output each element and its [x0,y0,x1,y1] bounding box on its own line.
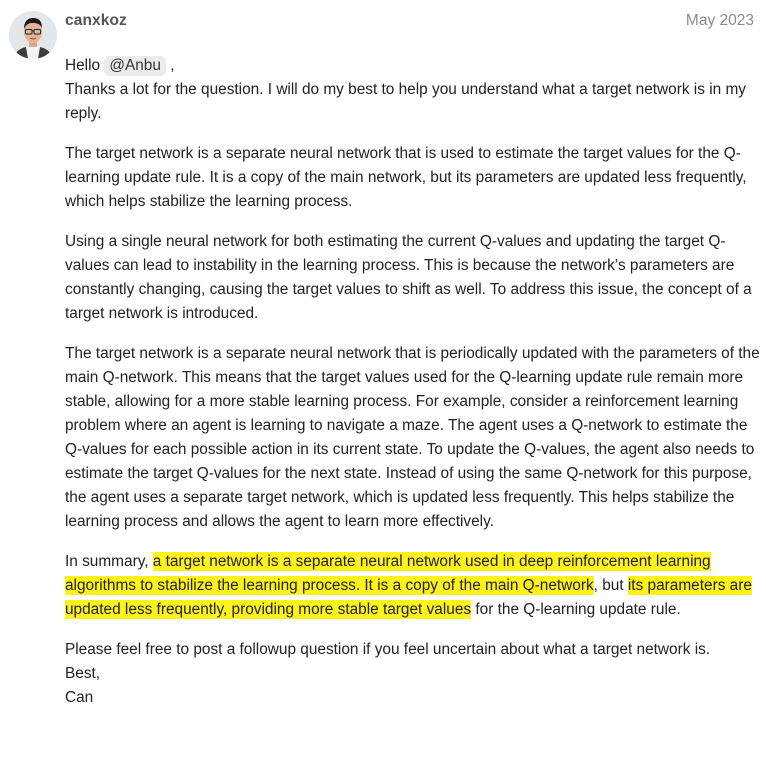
paragraph: The target network is a separate neural … [65,345,760,530]
greeting-text: Hello [65,57,105,74]
paragraph: The target network is a separate neural … [65,145,747,210]
forum-post: canxkoz May 2023 Hello @Anbu , Thanks a … [0,0,766,781]
summary-suffix: for the Q-learning update rule. [471,601,681,618]
closing-paragraph: Please feel free to post a followup ques… [65,638,760,710]
signature: Can [65,689,94,706]
post-body: Hello @Anbu , Thanks a lot for the quest… [65,54,760,726]
user-mention[interactable]: @Anbu [104,56,166,76]
user-avatar-photo [9,11,57,59]
closing-text: Please feel free to post a followup ques… [65,641,711,658]
signoff: Best, [65,665,101,682]
greeting-line: Hello @Anbu , [65,54,760,78]
post-author[interactable]: canxkoz [65,12,127,30]
summary-middle: , but [593,577,628,594]
intro-text: Thanks a lot for the question. I will do… [65,81,746,122]
greeting-paragraph: Hello @Anbu , Thanks a lot for the quest… [65,54,760,126]
greeting-punctuation: , [165,57,175,74]
post-date[interactable]: May 2023 [686,12,754,30]
summary-paragraph: In summary, a target network is a separa… [65,550,760,622]
summary-prefix: In summary, [65,553,153,570]
paragraph: Using a single neural network for both e… [65,233,752,322]
avatar[interactable] [9,11,57,59]
